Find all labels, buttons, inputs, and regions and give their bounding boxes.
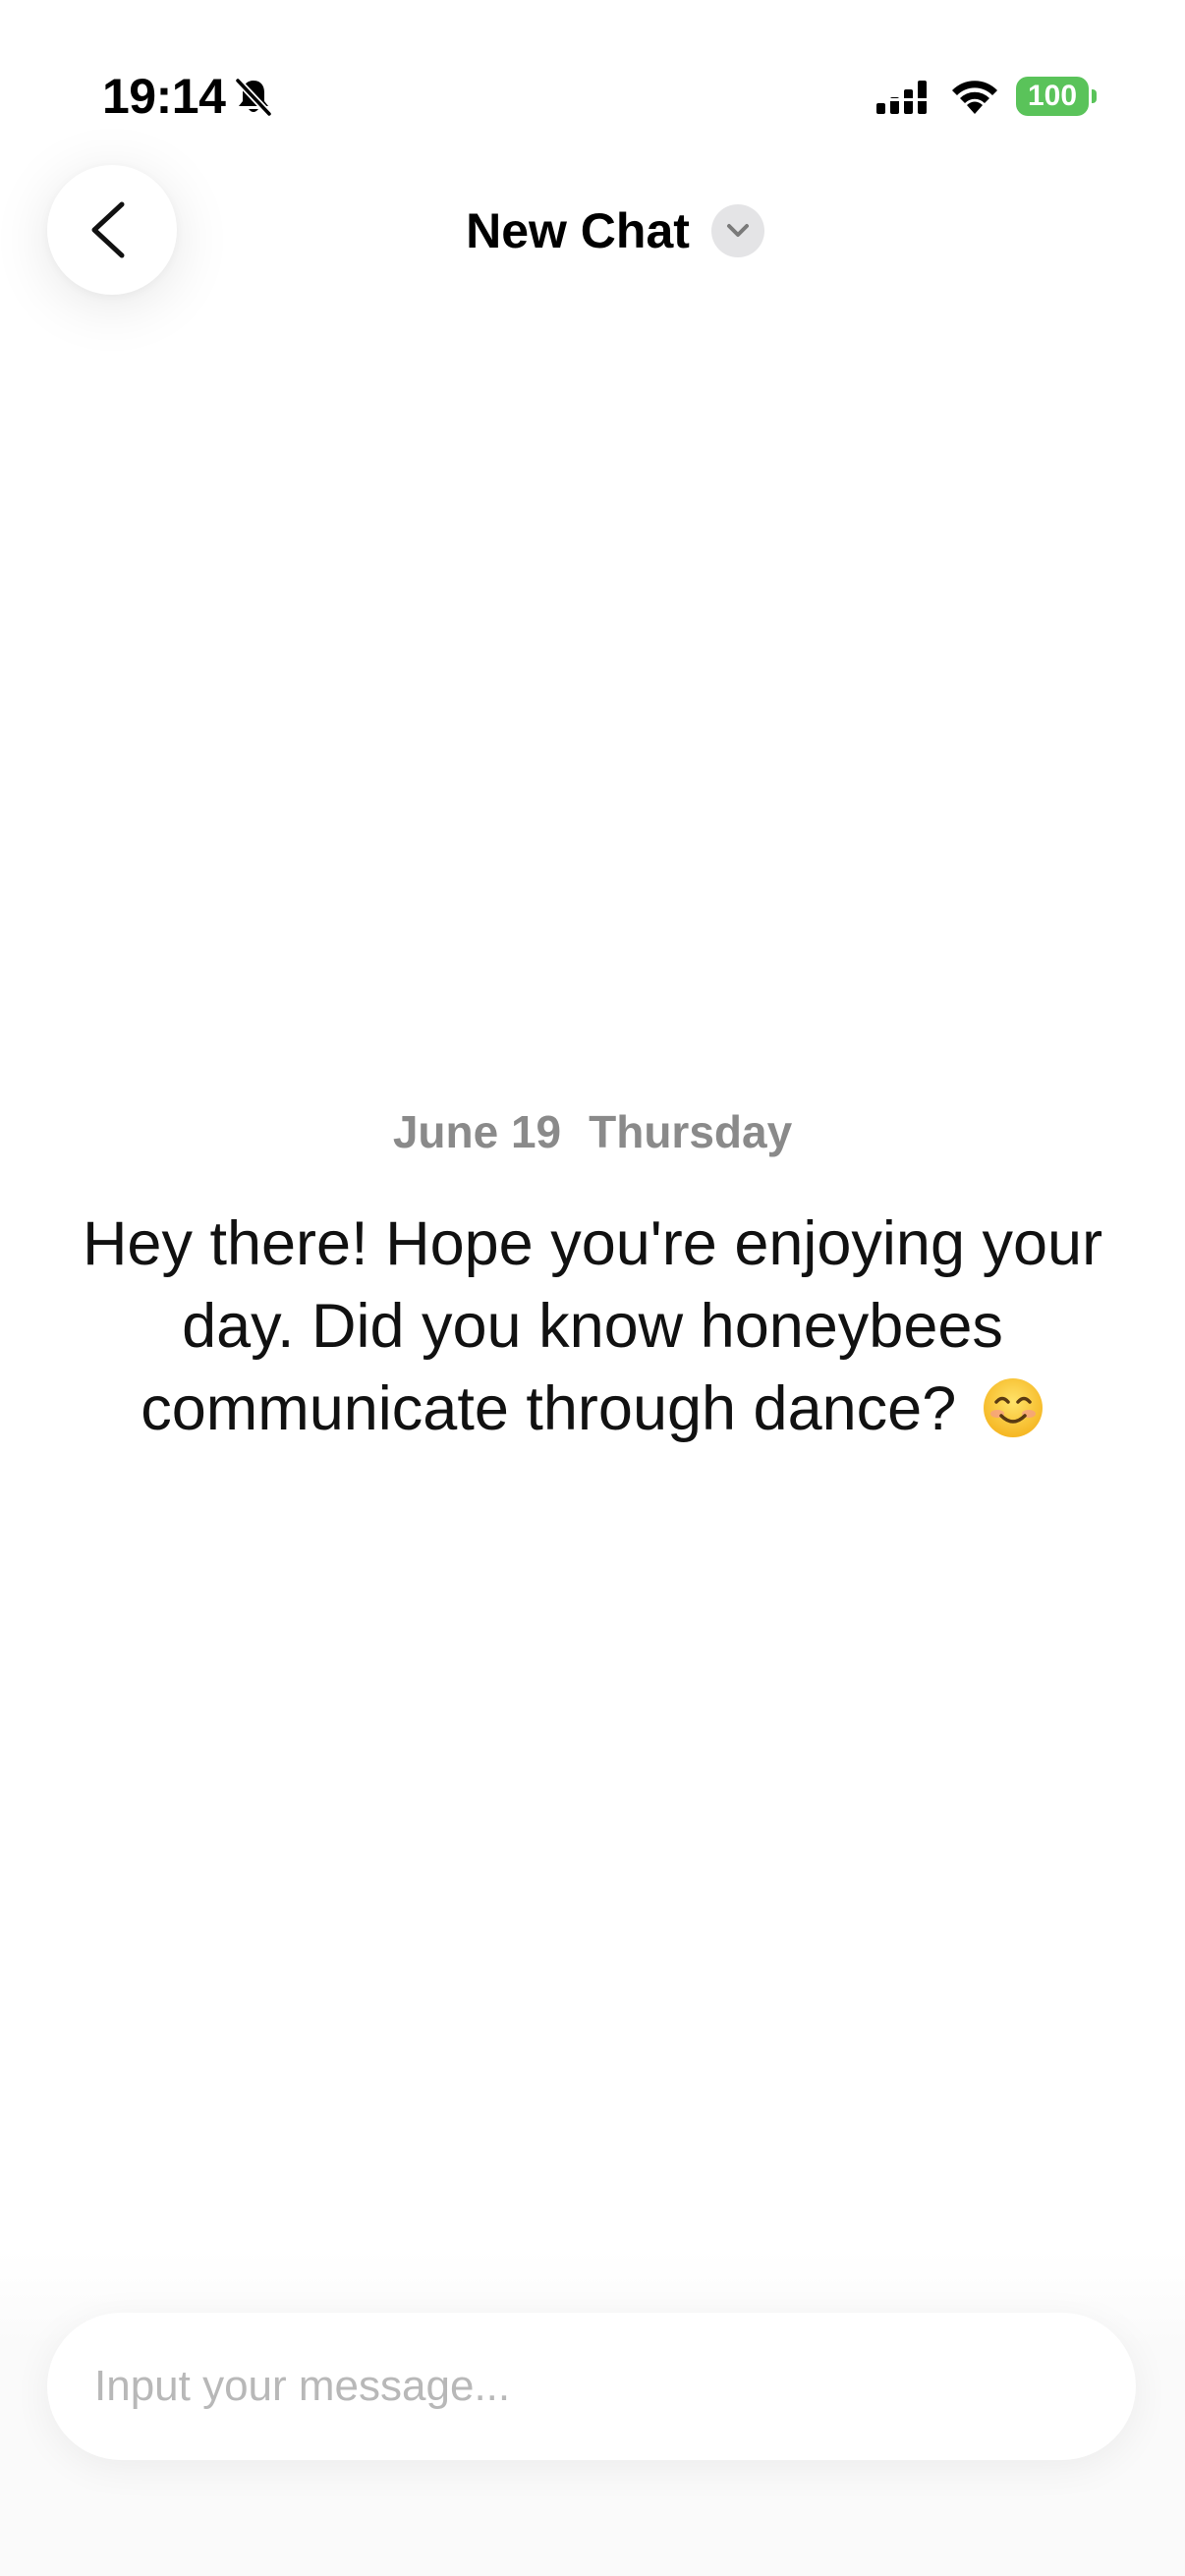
- status-time: 19:14: [102, 69, 226, 124]
- message-input[interactable]: [94, 2313, 1097, 2460]
- smiling-face-emoji: [982, 1376, 1044, 1460]
- bell-slash-icon: [234, 77, 273, 118]
- weekday-label: Thursday: [589, 1106, 793, 1157]
- battery-nub: [1092, 89, 1097, 103]
- chat-title[interactable]: New Chat: [466, 202, 690, 259]
- battery-indicator: 100: [1016, 77, 1099, 116]
- status-bar: 19:14 100: [0, 0, 1185, 196]
- message-text: Hey there! Hope you're enjoying your day…: [82, 1209, 1103, 1443]
- wifi-icon: [952, 81, 997, 114]
- title-dropdown-button[interactable]: [710, 204, 764, 257]
- assistant-message: Hey there! Hope you're enjoying your day…: [59, 1203, 1126, 1460]
- message-composer: [47, 2313, 1136, 2460]
- date-separator: June 19 Thursday: [0, 1104, 1185, 1159]
- header: New Chat: [0, 196, 1185, 265]
- cellular-signal-icon: [875, 81, 933, 114]
- date-label: June 19: [392, 1106, 562, 1157]
- chevron-down-icon: [726, 224, 749, 237]
- battery-level: 100: [1016, 77, 1089, 116]
